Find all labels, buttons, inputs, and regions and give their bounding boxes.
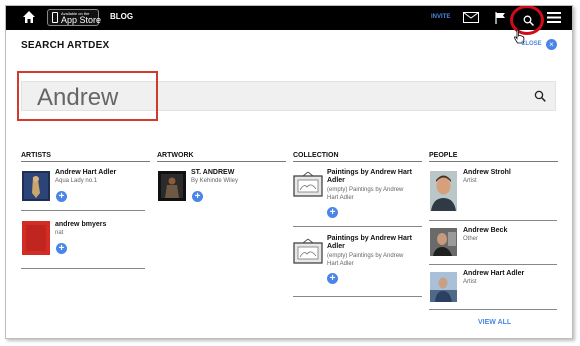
add-button[interactable]: +: [56, 243, 67, 254]
row-divider: [21, 210, 145, 211]
collection-heading: COLLECTION: [293, 152, 339, 159]
people-divider: [429, 161, 558, 162]
artist-subtitle: nat: [55, 230, 64, 236]
person-avatar: [430, 171, 457, 211]
artwork-divider: [157, 161, 286, 162]
artist-subtitle: Aqua Lady no.1: [55, 178, 98, 184]
person-name[interactable]: Andrew Beck: [463, 227, 507, 234]
artist-thumbnail: [22, 171, 50, 201]
collection-name[interactable]: Paintings by Andrew Hart: [327, 235, 412, 242]
artists-divider: [21, 161, 150, 162]
search-window: Available on the App Store BLOG INVITE S…: [5, 5, 573, 339]
blog-link[interactable]: BLOG: [110, 12, 133, 21]
collection-divider: [293, 161, 422, 162]
mail-icon[interactable]: [463, 12, 479, 23]
collection-subtitle: (empty) Paintings by Andrew: [327, 253, 404, 259]
row-divider: [293, 226, 422, 227]
artists-heading: ARTISTS: [21, 152, 51, 159]
close-icon[interactable]: ×: [546, 39, 557, 50]
collection-name-line2[interactable]: Adler: [327, 243, 345, 250]
collection-frame-icon: [293, 238, 323, 264]
close-link[interactable]: CLOSE: [521, 41, 542, 47]
flag-icon[interactable]: [495, 12, 506, 24]
artist-name[interactable]: andrew bmyers: [55, 221, 106, 228]
artist-thumbnail: [22, 221, 50, 255]
person-name[interactable]: Andrew Strohl: [463, 169, 511, 176]
search-submit-icon[interactable]: [534, 90, 546, 102]
invite-link[interactable]: INVITE: [431, 14, 450, 20]
phone-icon: [52, 12, 58, 23]
view-all-link[interactable]: VIEW ALL: [478, 319, 511, 326]
person-name[interactable]: Andrew Hart Adler: [463, 270, 524, 277]
collection-name[interactable]: Paintings by Andrew Hart: [327, 169, 412, 176]
person-role: Artist: [463, 178, 477, 184]
page-title: SEARCH ARTDEX: [21, 40, 110, 51]
app-store-badge[interactable]: Available on the App Store: [47, 9, 102, 26]
row-divider: [293, 296, 422, 297]
artwork-heading: ARTWORK: [157, 152, 194, 159]
artist-name[interactable]: Andrew Hart Adler: [55, 169, 116, 176]
artwork-name[interactable]: ST. ANDREW: [191, 169, 234, 176]
search-icon: [523, 15, 534, 26]
add-button[interactable]: +: [192, 191, 203, 202]
people-heading: PEOPLE: [429, 152, 458, 159]
menu-icon[interactable]: [547, 12, 561, 23]
collection-subtitle: (empty) Paintings by Andrew: [327, 187, 404, 193]
collection-name-line2[interactable]: Adler: [327, 177, 345, 184]
row-divider: [429, 220, 557, 221]
person-role: Artist: [463, 279, 477, 285]
query-highlight-box: [17, 71, 158, 121]
artwork-subtitle: By Kehinde Wiley: [191, 178, 239, 184]
collection-subtitle-line2: Hart Adler: [327, 195, 354, 201]
artwork-thumbnail: [158, 171, 186, 201]
home-icon[interactable]: [22, 10, 36, 24]
person-role: Other: [463, 236, 479, 242]
collection-frame-icon: [293, 171, 323, 197]
add-button[interactable]: +: [327, 207, 338, 218]
appstore-big-text: App Store: [61, 15, 102, 25]
row-divider: [429, 309, 557, 310]
row-divider: [429, 264, 557, 265]
add-button[interactable]: +: [327, 273, 338, 284]
row-divider: [21, 268, 145, 269]
top-navigation-bar: Available on the App Store BLOG INVITE: [6, 6, 572, 35]
collection-subtitle-line2: Hart Adler: [327, 261, 354, 267]
person-avatar: [430, 228, 457, 256]
person-avatar: [430, 272, 457, 302]
add-button[interactable]: +: [56, 191, 67, 202]
